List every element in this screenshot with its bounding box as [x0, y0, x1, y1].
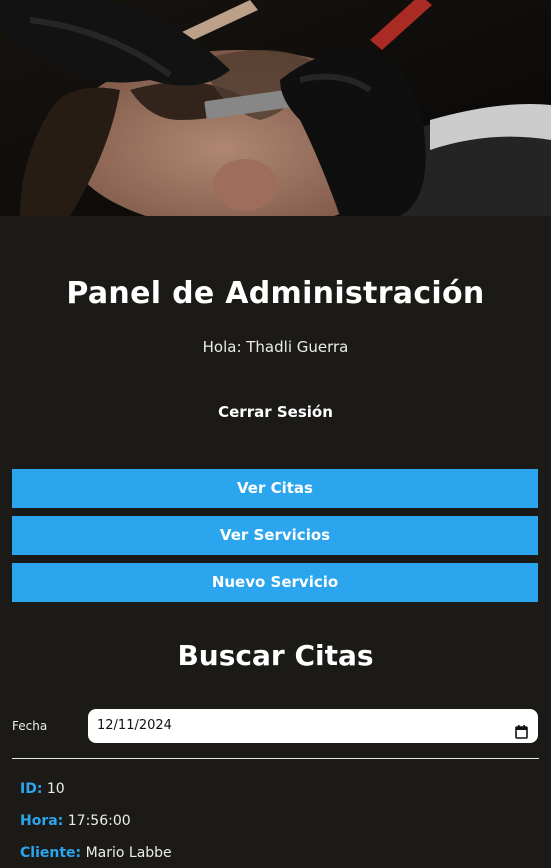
id-label: ID: [20, 781, 43, 797]
appointment-client: Cliente: Mario Labbe [20, 837, 539, 868]
client-label: Cliente: [20, 845, 82, 861]
appointment-id: ID: 10 [20, 773, 539, 805]
divider [12, 758, 539, 759]
user-greeting: Hola: Thadli Guerra [202, 338, 349, 356]
client-value: Mario Labbe [85, 845, 172, 861]
calendar-icon[interactable] [515, 719, 528, 753]
logout-link[interactable]: Cerrar Sesión [12, 403, 539, 421]
new-service-button[interactable]: Nuevo Servicio [12, 563, 538, 602]
date-input[interactable]: 12/11/2024 [88, 709, 538, 743]
time-value: 17:56:00 [67, 813, 131, 829]
hero-image [0, 0, 551, 216]
page-title: Panel de Administración [66, 276, 485, 311]
search-title: Buscar Citas [177, 639, 374, 672]
id-value: 10 [46, 781, 65, 797]
date-search-row: Fecha 12/11/2024 [12, 709, 539, 743]
date-value: 12/11/2024 [97, 718, 172, 733]
view-services-button[interactable]: Ver Servicios [12, 516, 538, 555]
action-buttons: Ver Citas Ver Servicios Nuevo Servicio [12, 469, 539, 602]
appointment-time: Hora: 17:56:00 [20, 805, 539, 837]
time-label: Hora: [20, 813, 64, 829]
admin-panel: Panel de Administración Hola: Thadli Gue… [0, 274, 551, 868]
appointment-record: ID: 10 Hora: 17:56:00 Cliente: Mario Lab… [12, 773, 539, 868]
view-appointments-button[interactable]: Ver Citas [12, 469, 538, 508]
date-label: Fecha [12, 719, 48, 733]
